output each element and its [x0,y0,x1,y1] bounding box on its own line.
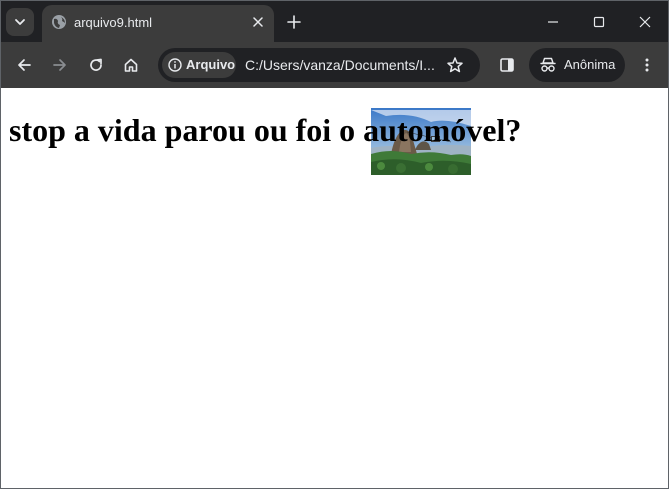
close-icon [253,17,263,27]
incognito-icon [540,57,556,72]
tab-title: arquivo9.html [74,15,153,30]
plus-icon [287,15,301,29]
home-button[interactable] [116,50,146,80]
maximize-button[interactable] [576,1,622,42]
title-bar: arquivo9.html [1,1,668,42]
arrow-right-icon [53,59,66,71]
incognito-profile-button[interactable]: Anônima [529,48,625,82]
side-panel-button[interactable] [492,50,522,80]
minimize-icon [548,20,558,23]
maximize-icon [593,16,605,27]
minimize-button[interactable] [530,1,576,42]
tab-search-button[interactable] [6,8,34,36]
menu-button[interactable] [632,50,662,80]
globe-icon [52,15,66,29]
more-vertical-icon [645,58,649,72]
tab-active[interactable]: arquivo9.html [42,5,274,42]
reload-button[interactable] [81,50,111,80]
browser-toolbar: Arquivo C:/Users/vanza/Documents/I... An… [1,42,668,88]
site-info-chip[interactable]: Arquivo [162,52,236,78]
back-button[interactable] [9,50,39,80]
tab-close-button[interactable] [248,12,268,32]
reload-icon [90,58,102,71]
info-icon [168,58,182,72]
star-icon [447,57,463,73]
home-icon [124,58,138,72]
close-icon [639,16,651,27]
bookmark-button[interactable] [445,55,465,75]
arrow-left-icon [18,59,31,71]
new-tab-button[interactable] [283,11,305,33]
chevron-down-icon [15,19,25,25]
chip-label: Arquivo [186,57,236,72]
url-text[interactable]: C:/Users/vanza/Documents/I... [245,57,435,73]
forward-button[interactable] [45,50,75,80]
page-content: stop a vida parou ou foi o automóvel? [1,88,668,488]
address-bar[interactable]: Arquivo C:/Users/vanza/Documents/I... [158,48,480,82]
incognito-label: Anônima [564,57,616,72]
window-close-button[interactable] [622,1,668,42]
browser-window: arquivo9.html Arquivo C:/Users/vanza/Doc… [0,0,669,489]
page-heading: stop a vida parou ou foi o automóvel? [9,112,522,148]
side-panel-icon [500,58,514,72]
